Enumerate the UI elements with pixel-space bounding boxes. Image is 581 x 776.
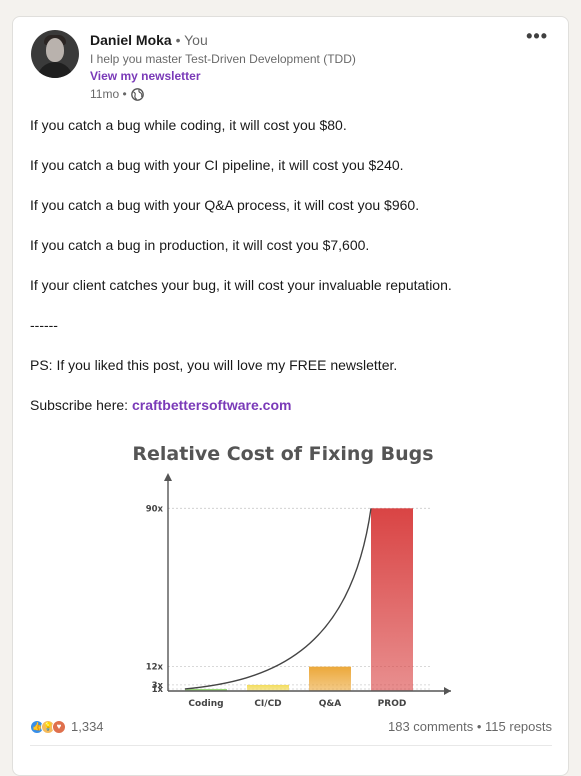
reposts-count[interactable]: 115 reposts bbox=[485, 719, 552, 734]
x-tick-label: PROD bbox=[378, 699, 407, 709]
y-tick-label: 90x bbox=[146, 504, 164, 514]
reaction-count: 1,334 bbox=[71, 719, 104, 734]
comments-count[interactable]: 183 comments bbox=[388, 719, 473, 734]
bar bbox=[371, 508, 413, 691]
subscribe-link[interactable]: craftbettersoftware.com bbox=[132, 397, 292, 413]
engagement-counts: 183 comments • 115 reposts bbox=[388, 719, 552, 734]
y-tick-label: 3x bbox=[152, 681, 164, 691]
chart-title: Relative Cost of Fixing Bugs bbox=[132, 443, 433, 465]
post-line: If you catch a bug in production, it wil… bbox=[30, 237, 370, 253]
post-meta: 11mo • bbox=[90, 87, 144, 101]
y-tick-label: 12x bbox=[146, 663, 164, 673]
you-badge: • You bbox=[175, 32, 208, 48]
post-image-chart[interactable]: Relative Cost of Fixing Bugs 1x 3x 12x 90x Co… bbox=[113, 423, 453, 713]
x-tick-label: CI/CD bbox=[254, 699, 281, 709]
post-line: PS: If you liked this post, you will lov… bbox=[30, 357, 398, 373]
view-newsletter-link[interactable]: View my newsletter bbox=[90, 69, 201, 83]
subscribe-prefix: Subscribe here: bbox=[30, 397, 132, 413]
x-tick-label: Q&A bbox=[319, 699, 341, 709]
author-name-row: Daniel Moka • You bbox=[90, 32, 208, 48]
subscribe-line: Subscribe here: craftbettersoftware.com bbox=[30, 395, 550, 415]
post-line: If your client catches your bug, it will… bbox=[30, 277, 452, 293]
bar bbox=[309, 666, 351, 691]
love-reaction-icon: ♥ bbox=[52, 719, 66, 734]
post-line: If you catch a bug while coding, it will… bbox=[30, 117, 347, 133]
more-options-icon[interactable]: ••• bbox=[526, 27, 548, 45]
author-name[interactable]: Daniel Moka bbox=[90, 32, 172, 48]
x-axis-arrow bbox=[444, 687, 451, 695]
post-line: If you catch a bug with your CI pipeline… bbox=[30, 157, 404, 173]
post-line: ------ bbox=[30, 317, 58, 333]
bar bbox=[247, 684, 289, 691]
trend-curve bbox=[184, 508, 372, 690]
post-line: If you catch a bug with your Q&A process… bbox=[30, 197, 420, 213]
post-body: If you catch a bug while coding, it will… bbox=[30, 115, 550, 435]
y-axis-arrow bbox=[164, 473, 172, 481]
reactions-summary[interactable]: 👍 💡 ♥ 1,334 bbox=[30, 719, 104, 734]
cost-chart: Relative Cost of Fixing Bugs1x3x12x90xCo… bbox=[132, 443, 451, 709]
globe-icon bbox=[130, 87, 144, 101]
social-counts: 👍 💡 ♥ 1,334 183 comments • 115 reposts bbox=[30, 719, 552, 739]
author-avatar[interactable] bbox=[31, 30, 79, 78]
count-separator: • bbox=[473, 719, 486, 734]
post-time: 11mo • bbox=[90, 87, 127, 101]
divider bbox=[30, 745, 552, 746]
x-tick-label: Coding bbox=[188, 699, 223, 709]
author-headline: I help you master Test-Driven Developmen… bbox=[90, 52, 356, 66]
post-card: Daniel Moka • You I help you master Test… bbox=[12, 16, 569, 776]
